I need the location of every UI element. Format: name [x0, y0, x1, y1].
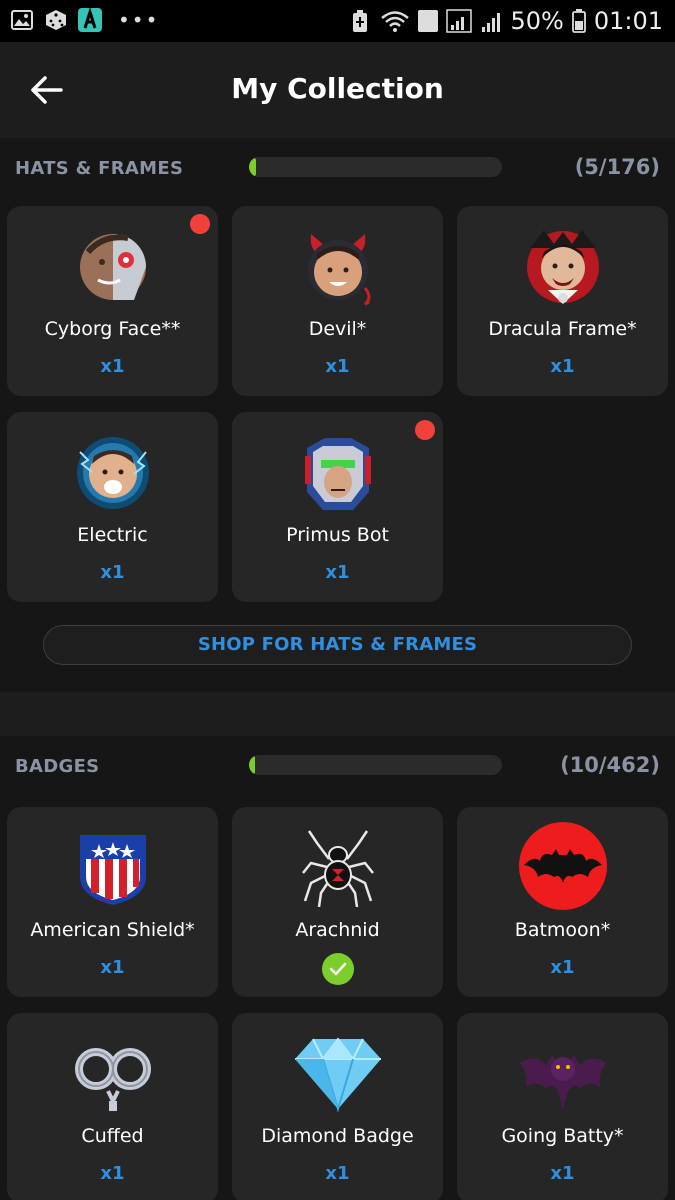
badge-card[interactable]: American Shield* x1 [7, 807, 218, 997]
badge-quantity: x1 [325, 1163, 350, 1184]
collection-item-card[interactable]: Dracula Frame* x1 [457, 206, 668, 396]
progress-fill [249, 755, 255, 775]
bat-icon [518, 1035, 608, 1113]
hats-frames-header: HATS & FRAMES (5/176) [0, 138, 675, 196]
badge-quantity: x1 [100, 957, 125, 978]
item-name: Cyborg Face** [44, 318, 181, 340]
section-label: BADGES [15, 756, 100, 777]
collection-item-card[interactable]: Primus Bot x1 [232, 412, 443, 602]
item-quantity: x1 [325, 356, 350, 377]
battery-icon [571, 9, 586, 33]
dice-icon [44, 8, 68, 32]
badge-card[interactable]: Arachnid [232, 807, 443, 997]
new-item-dot [415, 420, 435, 440]
status-bar: ••• 50% 01:01 [0, 0, 675, 42]
more-notifications-icon: ••• [118, 8, 160, 32]
item-quantity: x1 [100, 562, 125, 583]
gallery-icon [10, 8, 34, 32]
page-title: My Collection [231, 72, 444, 105]
item-name: Devil* [308, 318, 367, 340]
signal-icon [446, 9, 473, 33]
badge-name: Batmoon* [514, 919, 611, 941]
bat-moon-icon [518, 821, 608, 911]
app-a-icon [78, 8, 102, 32]
collection-item-card[interactable]: Electric x1 [7, 412, 218, 602]
devil-icon [299, 228, 377, 306]
item-name: Primus Bot [286, 524, 389, 546]
spider-icon [299, 829, 377, 908]
item-name: Electric [77, 524, 148, 546]
section-divider [0, 692, 675, 736]
clock: 01:01 [593, 7, 663, 35]
collection-item-card[interactable]: Devil* x1 [232, 206, 443, 396]
equipped-check-icon [322, 953, 354, 985]
badge-name: Arachnid [295, 919, 380, 941]
shield-icon [74, 829, 152, 907]
badge-name: American Shield* [30, 919, 195, 941]
badge-name: Going Batty* [501, 1125, 624, 1147]
item-quantity: x1 [550, 356, 575, 377]
collection-count: (10/462) [560, 753, 660, 777]
sim-1-icon [418, 9, 439, 33]
badges-section: BADGES (10/462) American Shield* x1 Arac… [0, 736, 675, 1200]
app-bar: My Collection [0, 42, 675, 138]
dracula-frame-icon [524, 228, 602, 306]
badge-name: Cuffed [81, 1125, 144, 1147]
shop-hats-frames-button[interactable]: SHOP FOR HATS & FRAMES [43, 625, 632, 665]
badge-card[interactable]: Cuffed x1 [7, 1013, 218, 1200]
item-quantity: x1 [325, 562, 350, 583]
item-name: Dracula Frame* [488, 318, 637, 340]
badge-quantity: x1 [100, 1163, 125, 1184]
signal-2-icon [480, 9, 502, 33]
badge-card[interactable]: Batmoon* x1 [457, 807, 668, 997]
progress-fill [249, 157, 257, 177]
badge-name: Diamond Badge [261, 1125, 414, 1147]
badge-quantity: x1 [550, 957, 575, 978]
battery-saver-icon [348, 9, 372, 33]
item-quantity: x1 [100, 356, 125, 377]
badge-quantity: x1 [550, 1163, 575, 1184]
hats-frames-section: HATS & FRAMES (5/176) Cyborg Face** x1 D… [0, 138, 675, 692]
wifi-icon [380, 9, 410, 33]
collection-progress-bar [249, 755, 502, 775]
collection-item-card[interactable]: Cyborg Face** x1 [7, 206, 218, 396]
collection-progress-bar [249, 157, 502, 177]
diamond-icon [293, 1035, 383, 1113]
badges-header: BADGES (10/462) [0, 736, 675, 794]
primus-bot-icon [299, 434, 377, 512]
electric-icon [74, 434, 152, 512]
handcuffs-icon [74, 1035, 152, 1113]
new-item-dot [190, 214, 210, 234]
cyborg-face-icon [74, 228, 152, 306]
section-label: HATS & FRAMES [15, 158, 184, 179]
badge-card[interactable]: Diamond Badge x1 [232, 1013, 443, 1200]
battery-percent: 50% [510, 7, 564, 35]
collection-count: (5/176) [574, 155, 660, 179]
badge-card[interactable]: Going Batty* x1 [457, 1013, 668, 1200]
